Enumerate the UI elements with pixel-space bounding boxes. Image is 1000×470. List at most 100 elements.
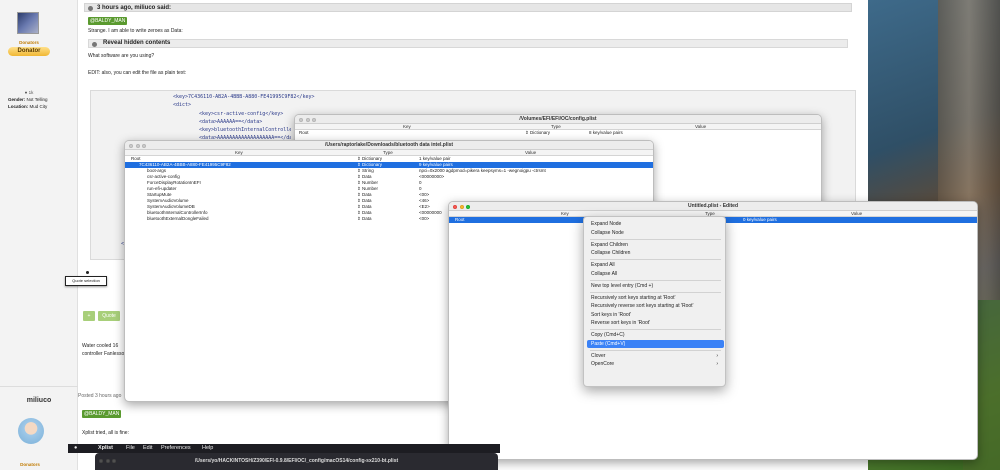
menu-item[interactable]: Collapse Node: [587, 229, 724, 237]
quote-icon: [88, 5, 93, 11]
titlebar[interactable]: Untitled.plist - Edited: [449, 202, 977, 211]
menu-item-label: Collapse All: [591, 270, 618, 277]
menu-item[interactable]: Collapse Children: [587, 249, 724, 257]
gender-value: Not Telling: [26, 97, 48, 102]
menu-item[interactable]: Expand All: [587, 261, 724, 269]
quote-header: 3 hours ago, miliuco said:: [84, 3, 852, 12]
gender-line: Gender: Not Telling: [8, 97, 68, 102]
menu-item-label: Collapse Children: [591, 250, 631, 256]
menu-item-label: Clover: [591, 352, 606, 359]
apple-icon[interactable]: ●: [74, 444, 77, 453]
menu-xplist[interactable]: Xplist: [98, 444, 113, 453]
minimize-button[interactable]: [305, 117, 310, 122]
menu-separator: [590, 349, 721, 351]
menu-separator: [590, 279, 721, 281]
chevron-right-icon: ›: [716, 352, 718, 359]
menu-item-label: New top level entry (Cmd +): [591, 282, 654, 289]
code-line: <key>csr-active-config</key>: [199, 111, 284, 117]
minimize-button[interactable]: [135, 143, 140, 148]
menu-item-label: Recursively reverse sort keys starting a…: [591, 303, 694, 309]
location-value: Mud City: [29, 104, 48, 109]
xplist-window-titlebar[interactable]: /Users/yo/HACKINTOSH/Z390/EFI-0.9.8/EFI/…: [95, 453, 498, 470]
mention-label-2[interactable]: @BALDY_MAN: [82, 410, 122, 418]
traffic-lights: [299, 117, 316, 122]
menu-item[interactable]: Expand Node: [587, 220, 724, 228]
menu-file[interactable]: File: [126, 444, 135, 453]
window-title: /Users/yo/HACKINTOSH/Z390/EFI-0.9.8/EFI/…: [194, 458, 399, 464]
location-label: Location:: [8, 104, 29, 109]
zoom-button[interactable]: [466, 204, 470, 209]
menu-item[interactable]: OpenCore ›: [587, 360, 724, 368]
titlebar[interactable]: /Users/raptorlake/Downloads/bluetooth da…: [125, 141, 653, 150]
menu-item-label: OpenCore: [591, 361, 615, 367]
window-title: /Users/raptorlake/Downloads/bluetooth da…: [324, 142, 454, 148]
menu-item-label: Reverse sort keys in 'Root': [591, 320, 651, 326]
menu-item[interactable]: Reverse sort keys in 'Root': [587, 319, 724, 327]
menu-preferences[interactable]: Preferences: [161, 444, 191, 453]
post-message: Xplist tried, all is fine:: [82, 430, 129, 436]
menu-item[interactable]: Paste (Cmd+V): [587, 339, 724, 348]
add-button[interactable]: +: [83, 311, 95, 321]
window-title: Untitled.plist - Edited: [688, 203, 738, 209]
menubar: ● Xplist File Edit Preferences Help: [68, 444, 500, 453]
row-value: 0 key/value pairs: [743, 217, 777, 222]
context-menu: Expand Node Collapse Node Expand Children C…: [583, 216, 726, 387]
menu-item[interactable]: Expand Children: [587, 241, 724, 249]
code-line: <data>AAAAAA==</data>: [199, 119, 263, 125]
quote-button[interactable]: Quote: [98, 311, 120, 321]
plist-row-root[interactable]: Root ⇕ Dictionary 8 key/value pairs: [295, 130, 821, 136]
menu-item[interactable]: Recursively reverse sort keys starting a…: [587, 302, 724, 310]
menu-help[interactable]: Help: [202, 444, 213, 453]
menu-edit[interactable]: Edit: [143, 444, 152, 453]
menu-item-label: Sort keys in 'Root': [591, 311, 631, 318]
menu-item[interactable]: Collapse All: [587, 270, 724, 278]
reveal-hidden-contents[interactable]: Reveal hidden contents: [88, 39, 848, 48]
mention-tag[interactable]: @BALDY_MAN: [88, 17, 128, 25]
row-type-label: Dictionary: [362, 162, 383, 167]
quote-selection-tooltip[interactable]: Quote selection: [65, 276, 107, 286]
minimize-button[interactable]: [459, 204, 464, 209]
traffic-lights: [453, 204, 470, 209]
menu-separator: [590, 259, 721, 260]
row-type[interactable]: ⇕ Dictionary: [525, 130, 550, 136]
chevron-right-icon: ›: [716, 361, 718, 367]
titlebar[interactable]: /Volumes/EFI/EFI/OC/config.plist: [295, 115, 821, 124]
user-avatar-miliuco[interactable]: [18, 418, 44, 444]
close-button[interactable]: [299, 117, 303, 122]
close-button[interactable]: [129, 143, 133, 148]
reputation-value: 1k: [28, 90, 34, 95]
row-type-label: Data: [362, 204, 372, 209]
row-type-label: Number: [362, 186, 379, 191]
menu-item[interactable]: Recursively sort keys starting at 'Root': [587, 294, 724, 302]
menu-separator: [590, 329, 721, 330]
location-line: Location: Mud City: [8, 104, 68, 109]
user-role: Donators: [19, 40, 39, 45]
mention-label[interactable]: @BALDY_MAN: [88, 17, 128, 25]
signature-line-2: controller Fanlesso: [82, 351, 125, 357]
row-key: Root: [299, 130, 309, 135]
menu-item-label: Collapse Node: [591, 229, 624, 236]
reveal-label[interactable]: Reveal hidden contents: [103, 40, 170, 46]
zoom-button[interactable]: [142, 143, 146, 148]
donator-badge: Donator: [8, 47, 50, 56]
user-role-2: Donators: [20, 462, 40, 467]
menu-item[interactable]: Clover ›: [587, 352, 724, 360]
quote-line-1: Strange. I am able to write zeroes as Da…: [88, 28, 183, 34]
row-key: Root: [455, 217, 465, 222]
traffic-lights: [129, 143, 146, 148]
close-button[interactable]: [453, 204, 457, 209]
menu-item[interactable]: Sort keys in 'Root': [587, 311, 724, 319]
row-type[interactable]: ⇕ Data: [357, 216, 372, 222]
menu-item[interactable]: New top level entry (Cmd +): [587, 282, 724, 290]
menu-item[interactable]: Copy (Cmd+C): [587, 331, 724, 339]
mention-tag-2[interactable]: @BALDY_MAN: [82, 410, 122, 418]
username-miliuco[interactable]: miliuco: [0, 397, 78, 404]
user-avatar[interactable]: [17, 12, 39, 34]
row-type-label: Dictionary: [530, 130, 551, 135]
quote-line-2: What software are you using?: [88, 53, 155, 59]
scroll-indicator: [86, 271, 89, 274]
row-type-label: Number: [362, 180, 379, 185]
menu-item-label: Expand All: [591, 262, 615, 268]
menu-item-label: Copy (Cmd+C): [591, 332, 625, 338]
zoom-button[interactable]: [312, 117, 316, 122]
